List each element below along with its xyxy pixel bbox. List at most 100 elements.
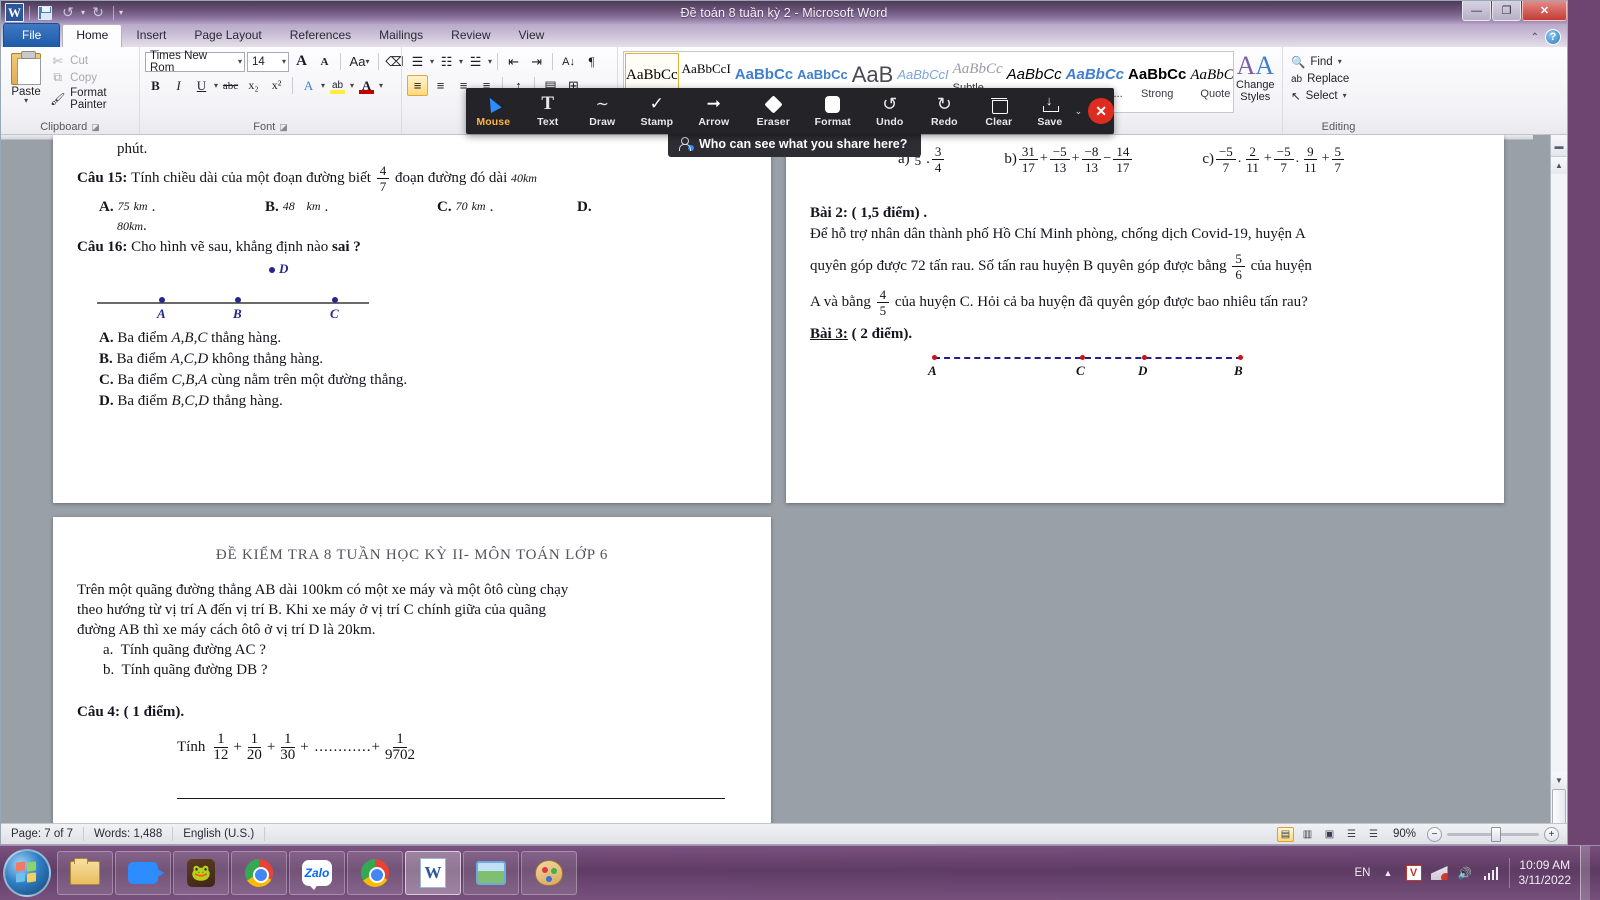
tab-mailings[interactable]: Mailings [365, 24, 437, 47]
taskbar-item-explorer[interactable] [57, 851, 113, 895]
taskbar-item-paint[interactable] [521, 851, 577, 895]
document-page-left[interactable]: phút. Câu 15: Tính chiều dài của một đoạ… [53, 135, 771, 503]
minimize-button[interactable]: — [1462, 1, 1491, 21]
underline-dropdown-icon[interactable]: ▾ [214, 81, 218, 89]
taskbar-item-photo-viewer[interactable] [463, 851, 519, 895]
document-vertical-scrollbar[interactable]: ▬ ▲ ▼ ⇞ ◯ [1550, 135, 1567, 823]
taskbar-item-chrome[interactable] [231, 851, 287, 895]
customize-qat-icon[interactable]: ▾ [119, 8, 123, 17]
annotation-tool-undo[interactable]: ↺ Undo [863, 88, 918, 134]
bold-button[interactable]: B [145, 75, 166, 96]
page-indicator[interactable]: Page: 7 of 7 [1, 827, 85, 841]
highlight-dropdown-icon[interactable]: ▾ [350, 81, 354, 89]
tab-view[interactable]: View [505, 24, 559, 47]
font-size-combo[interactable]: 14 ▾ [247, 51, 289, 72]
shrink-font-button[interactable]: A [314, 51, 335, 72]
show-formatting-marks-button[interactable]: ¶ [581, 51, 602, 72]
annotation-tool-mouse[interactable]: Mouse [466, 88, 521, 134]
volume-icon[interactable]: 🔊 [1457, 865, 1474, 882]
bullets-dropdown-icon[interactable]: ▾ [430, 57, 434, 65]
select-dropdown-icon[interactable]: ▾ [1343, 92, 1347, 100]
clock[interactable]: 10:09 AM 3/11/2022 [1519, 858, 1572, 888]
collapse-ribbon-icon[interactable]: ⌃ [1531, 32, 1539, 43]
underline-button[interactable]: U [191, 75, 212, 96]
change-case-button[interactable]: Aa ▾ [346, 51, 373, 72]
annotation-tool-draw[interactable]: ∼ Draw [575, 88, 630, 134]
save-dropdown-icon[interactable]: ⌄ [1075, 106, 1083, 117]
italic-button[interactable]: I [168, 75, 189, 96]
option-a[interactable]: A. 75 km. [99, 199, 265, 216]
taskbar-item-chrome-secondary[interactable] [347, 851, 403, 895]
numbering-button[interactable]: ☷ [436, 51, 457, 72]
style-quote[interactable]: AaBbCc Quote [1189, 53, 1232, 111]
outline-view-button[interactable]: ☰ [1343, 827, 1360, 842]
zoom-slider-thumb[interactable] [1491, 826, 1501, 842]
unikey-icon[interactable]: V [1405, 865, 1422, 881]
annotation-tool-eraser[interactable]: Eraser [744, 88, 803, 134]
taskbar-item-word[interactable]: W [405, 851, 461, 895]
bullets-button[interactable]: ☰ [407, 51, 428, 72]
scroll-track[interactable] [1551, 174, 1567, 823]
replace-button[interactable]: ab Replace [1288, 71, 1352, 87]
language-indicator[interactable]: English (U.S.) [173, 827, 266, 841]
increase-indent-button[interactable]: ⇥ [526, 51, 547, 72]
align-center-button[interactable]: ≡ [430, 75, 451, 96]
zoom-out-button[interactable]: − [1427, 826, 1442, 842]
font-name-combo[interactable]: Times New Rom ▾ [145, 50, 245, 74]
word-count[interactable]: Words: 1,488 [84, 827, 174, 841]
taskbar-item-game[interactable]: 🐸 [173, 851, 229, 895]
show-hidden-icons-button[interactable]: ▲ [1380, 865, 1397, 882]
close-button[interactable]: ✕ [1522, 1, 1567, 21]
annotation-close-button[interactable]: ✕ [1088, 98, 1114, 124]
taskbar-item-zalo[interactable]: Zalo [289, 851, 345, 895]
option-b[interactable]: B. 48 km. [265, 199, 437, 216]
sort-button[interactable]: A↓ [558, 51, 579, 72]
zoom-slider[interactable] [1447, 826, 1539, 842]
format-painter-button[interactable]: 🖌 Format Painter [50, 87, 134, 111]
font-color-button[interactable]: A [356, 75, 377, 96]
undo-quick-button[interactable]: ↺ [58, 3, 78, 22]
find-button[interactable]: 🔍 Find ▾ [1288, 53, 1345, 71]
font-dialog-launcher-icon[interactable]: ◪ [279, 122, 288, 133]
annotation-tool-text[interactable]: T Text [521, 88, 576, 134]
style-strong[interactable]: AaBbCc Strong [1127, 53, 1187, 111]
subscript-button[interactable]: x₂ [243, 75, 264, 96]
document-page-right[interactable]: a) 5 . 3 4 b) 31 17 + −5 13 + −8 13 − 14… [786, 135, 1504, 503]
change-styles-button[interactable]: AA Change Styles [1234, 51, 1277, 104]
print-layout-view-button[interactable]: ▤ [1276, 826, 1294, 842]
help-button[interactable]: ? [1545, 29, 1561, 45]
restore-button[interactable]: ❐ [1492, 1, 1521, 21]
zoom-in-button[interactable]: + [1544, 826, 1559, 842]
share-privacy-tooltip[interactable]: Who can see what you share here? [668, 130, 922, 157]
scroll-up-button[interactable]: ▲ [1551, 157, 1567, 174]
save-quick-button[interactable] [35, 3, 55, 22]
redo-quick-button[interactable]: ↻ [88, 3, 108, 22]
undo-dropdown-icon[interactable]: ▾ [81, 8, 85, 17]
show-desktop-button[interactable] [1580, 845, 1590, 900]
cau16-option-c[interactable]: C. Ba điểm C,B,A cùng nằm trên một đường… [77, 370, 747, 391]
superscript-button[interactable]: x² [266, 75, 287, 96]
web-layout-view-button[interactable]: ▣ [1321, 827, 1338, 842]
annotation-tool-redo[interactable]: ↻ Redo [917, 88, 972, 134]
paste-button[interactable]: Paste ▾ [6, 51, 46, 105]
scroll-down-button[interactable]: ▼ [1551, 772, 1567, 789]
language-indicator[interactable]: EN [1355, 867, 1371, 879]
full-screen-reading-view-button[interactable]: ▥ [1299, 827, 1316, 842]
highlight-button[interactable]: ab [327, 75, 348, 96]
copy-button[interactable]: ⧉ Copy [50, 70, 134, 85]
document-canvas[interactable]: phút. Câu 15: Tính chiều dài của một đoạ… [1, 135, 1550, 823]
text-effects-dropdown-icon[interactable]: ▾ [321, 81, 325, 89]
strikethrough-button[interactable]: abc [220, 75, 241, 96]
find-dropdown-icon[interactable]: ▾ [1338, 58, 1342, 66]
option-d[interactable]: D. [577, 199, 592, 216]
tab-review[interactable]: Review [437, 24, 504, 47]
text-effects-button[interactable]: A [298, 75, 319, 96]
select-button[interactable]: ↖ Select ▾ [1288, 87, 1350, 105]
clipboard-dialog-launcher-icon[interactable]: ◪ [91, 122, 100, 133]
multilevel-list-button[interactable]: ☱ [465, 51, 486, 72]
taskbar-item-zoom[interactable] [115, 851, 171, 895]
align-left-button[interactable]: ≡ [407, 75, 428, 96]
zoom-level[interactable]: 90% [1387, 828, 1422, 840]
tab-file[interactable]: File [3, 23, 61, 47]
cau16-option-d[interactable]: D. Ba điểm B,C,D thẳng hàng. [77, 391, 747, 412]
